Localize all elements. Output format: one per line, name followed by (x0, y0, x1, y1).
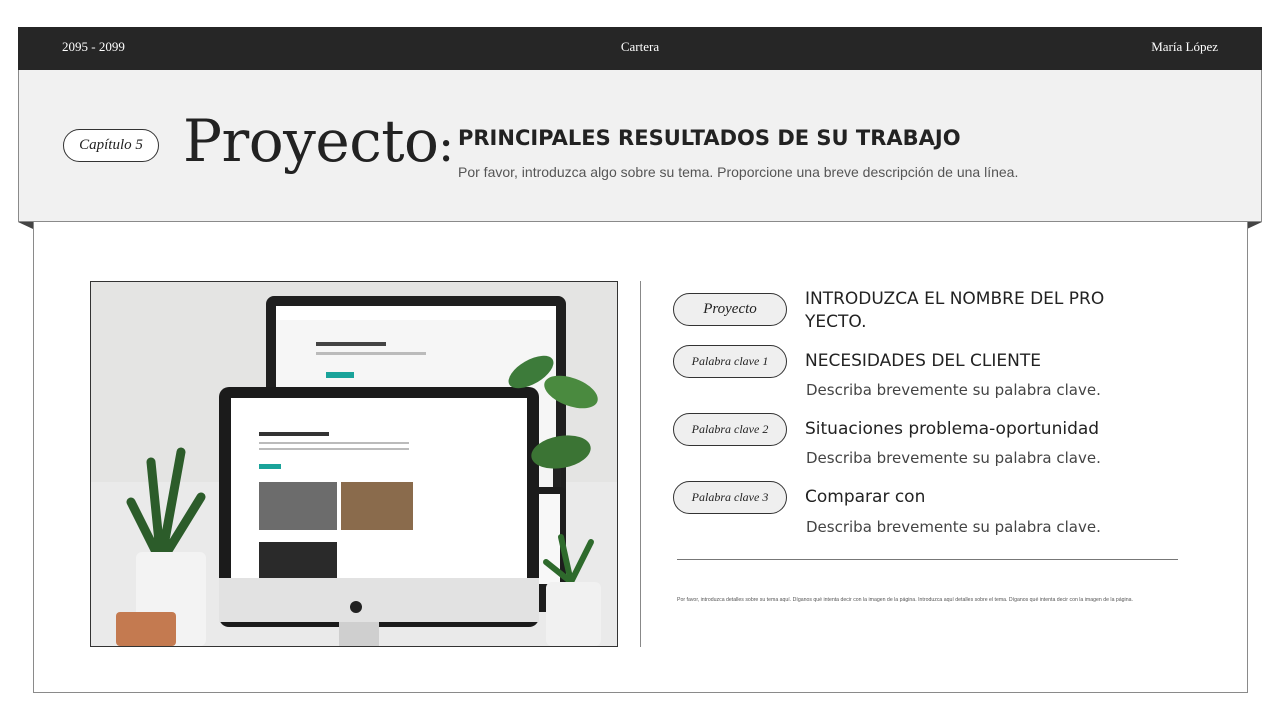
corner-fold-left (18, 222, 33, 229)
pill-keyword-2: Palabra clave 2 (673, 413, 787, 446)
chapter-badge: Capítulo 5 (63, 129, 159, 162)
keyword-1-title: NECESIDADES DEL CLIENTE (805, 351, 1041, 371)
author-name: María López (1151, 39, 1218, 54)
keyword-3-desc: Describa brevemente su palabra clave. (806, 518, 1101, 536)
portfolio-label: Cartera (620, 39, 660, 54)
horizontal-divider (677, 559, 1178, 560)
section-subtitle: PRINCIPALES RESULTADOS DE SU TRABAJO (458, 126, 961, 150)
pill-keyword-3: Palabra clave 3 (673, 481, 787, 514)
keyword-3-title: Comparar con (805, 487, 926, 507)
computer-monitors-image (90, 281, 618, 647)
keyword-1-desc: Describa brevemente su palabra clave. (806, 381, 1101, 399)
corner-fold-right (1247, 222, 1262, 229)
page-title: Proyecto (183, 107, 439, 175)
title-colon: : (438, 117, 455, 173)
footnote-text: Por favor, introduzca detalles sobre su … (677, 597, 1133, 603)
section-description: Por favor, introduzca algo sobre su tema… (458, 164, 1019, 180)
keyword-2-desc: Describa brevemente su palabra clave. (806, 449, 1101, 467)
project-name-title: INTRODUZCA EL NOMBRE DEL PRO YECTO. (805, 289, 1105, 332)
vertical-divider (640, 281, 641, 647)
pill-keyword-1: Palabra clave 1 (673, 345, 787, 378)
keyword-2-title: Situaciones problema-oportunidad (805, 419, 1100, 439)
top-bar: 2095 - 2099 Cartera María López (18, 27, 1262, 70)
pill-proyecto: Proyecto (673, 293, 787, 326)
